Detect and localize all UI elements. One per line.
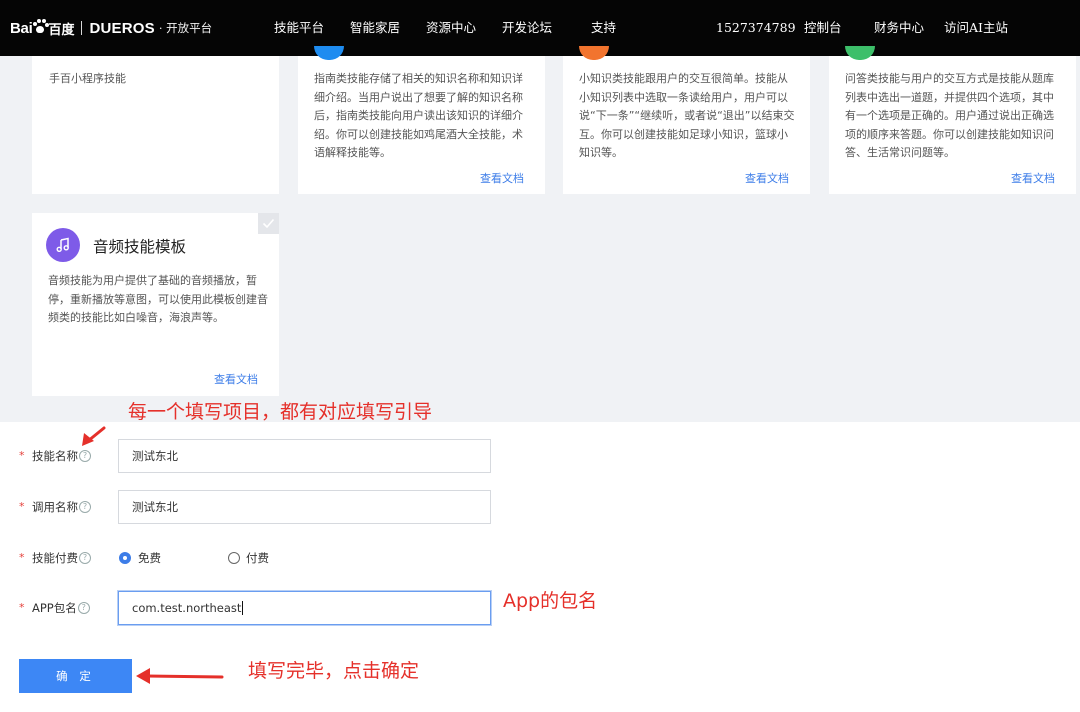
nav-resource-center[interactable]: 资源中心	[426, 20, 476, 36]
form-row-invoke-name: * 调用名称? 测试东北	[0, 490, 600, 524]
app-package-input[interactable]: com.test.northeast	[118, 591, 491, 625]
logo-open-platform-text: · 开放平台	[158, 21, 213, 35]
baidu-paw-icon	[33, 19, 50, 33]
annotation-confirm-note: 填写完毕，点击确定	[248, 660, 420, 682]
form-row-payment: * 技能付费? 免费 付费	[0, 541, 600, 575]
template-card-guide[interactable]: 指南类技能存储了相关的知识名称和知识详细介绍。当用户说出了想要了解的知识名称后，…	[298, 46, 545, 194]
app-package-value: com.test.northeast	[132, 601, 242, 615]
invoke-name-input[interactable]: 测试东北	[118, 490, 491, 524]
template-icon	[314, 46, 344, 60]
nav-finance-center[interactable]: 财务中心	[874, 20, 924, 36]
required-mark: *	[19, 601, 25, 614]
nav-console[interactable]: 控制台	[804, 20, 842, 36]
annotation-app-package-note: App的包名	[503, 590, 598, 612]
card-title: 音频技能模板	[93, 238, 187, 256]
nav-visit-ai-site[interactable]: 访问AI主站	[944, 20, 1008, 36]
nav-user-account[interactable]: 1527374789	[716, 20, 796, 36]
template-icon	[579, 46, 609, 60]
payment-paid-radio[interactable]	[228, 552, 240, 564]
help-icon[interactable]: ?	[77, 601, 90, 614]
confirm-button[interactable]: 确 定	[19, 659, 132, 693]
logo-divider	[81, 21, 83, 35]
logo-dueros-text: DUEROS	[89, 19, 155, 37]
help-icon[interactable]: ?	[79, 449, 91, 462]
required-mark: *	[19, 500, 25, 513]
form-row-skill-name: * 技能名称? 测试东北	[0, 439, 600, 473]
payment-label: 技能付费?	[32, 541, 91, 575]
required-mark: *	[19, 551, 25, 564]
template-card-quiz[interactable]: 问答类技能与用户的交互方式是技能从题库列表中选出一道题，并提供四个选项，其中有一…	[829, 46, 1076, 194]
invoke-name-label: 调用名称?	[32, 490, 91, 524]
card-description: 手百小程序技能	[49, 72, 126, 85]
required-mark: *	[19, 449, 25, 462]
payment-paid-label[interactable]: 付费	[246, 541, 269, 575]
payment-free-radio[interactable]	[119, 552, 131, 564]
app-package-label: APP包名?	[32, 591, 90, 625]
card-description: 指南类技能存储了相关的知识名称和知识详细介绍。当用户说出了想要了解的知识名称后，…	[314, 72, 523, 159]
card-description: 音频技能为用户提供了基础的音频播放，暂停，重新播放等意图，可以使用此模板创建音频…	[48, 274, 268, 324]
template-card-mini-program[interactable]: 手百小程序技能	[32, 56, 279, 194]
annotation-guide-note: 每一个填写项目，都有对应填写引导	[128, 401, 433, 423]
view-docs-link[interactable]: 查看文档	[214, 371, 258, 387]
nav-skill-platform[interactable]: 技能平台	[274, 20, 324, 36]
arrow-to-confirm-icon	[136, 668, 224, 684]
check-icon	[262, 218, 275, 229]
invoke-name-label-text: 调用名称	[32, 500, 78, 514]
app-package-label-text: APP包名	[32, 601, 77, 615]
payment-free-label[interactable]: 免费	[138, 541, 161, 575]
card-check-corner	[258, 213, 279, 234]
template-card-area: 手百小程序技能 指南类技能存储了相关的知识名称和知识详细介绍。当用户说出了想要了…	[0, 46, 1080, 422]
text-caret	[242, 600, 244, 615]
top-nav-bar: Bai 百度 DUEROS · 开放平台 技能平台 智能家居 资源中心 开发论坛…	[0, 0, 1080, 56]
view-docs-link[interactable]: 查看文档	[745, 170, 789, 186]
help-icon[interactable]: ?	[79, 500, 91, 513]
nav-support[interactable]: 支持	[591, 20, 616, 36]
skill-name-input[interactable]: 测试东北	[118, 439, 491, 473]
skill-name-label-text: 技能名称	[32, 449, 78, 463]
card-description: 小知识类技能跟用户的交互很简单。技能从小知识列表中选取一条读给用户，用户可以说“…	[579, 72, 795, 159]
help-icon[interactable]: ?	[79, 551, 91, 564]
template-icon	[845, 46, 875, 60]
payment-label-text: 技能付费	[32, 551, 78, 565]
logo-baidu-text: 百度	[48, 22, 75, 38]
skill-name-label: 技能名称?	[32, 439, 91, 473]
logo-bai-text: Bai	[10, 19, 33, 37]
nav-dev-forum[interactable]: 开发论坛	[502, 20, 552, 36]
template-card-trivia[interactable]: 小知识类技能跟用户的交互很简单。技能从小知识列表中选取一条读给用户，用户可以说“…	[563, 46, 810, 194]
view-docs-link[interactable]: 查看文档	[480, 170, 524, 186]
card-description: 问答类技能与用户的交互方式是技能从题库列表中选出一道题，并提供四个选项，其中有一…	[845, 72, 1054, 159]
nav-smart-home[interactable]: 智能家居	[350, 20, 400, 36]
view-docs-link[interactable]: 查看文档	[1011, 170, 1055, 186]
template-card-audio[interactable]: 音频技能模板 音频技能为用户提供了基础的音频播放，暂停，重新播放等意图，可以使用…	[32, 213, 279, 396]
audio-note-icon	[46, 228, 80, 262]
dueros-logo[interactable]: Bai 百度 DUEROS · 开放平台	[10, 17, 212, 39]
